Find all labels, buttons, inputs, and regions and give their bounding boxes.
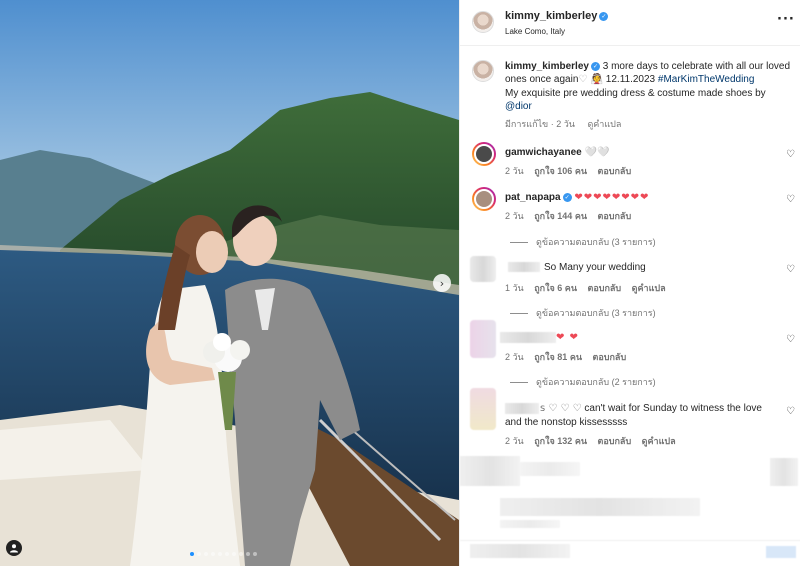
comment-5-text: can't wait for Sunday to witness the lov… [584, 403, 762, 414]
comment-time: 2 วัน [505, 166, 524, 176]
carousel-dot [190, 552, 194, 556]
header-user-line: kimmy_kimberley ✓ [505, 10, 609, 22]
comment-reply-button[interactable]: ตอบกลับ [593, 352, 627, 362]
carousel-dot [197, 552, 201, 556]
caption-hashtag[interactable]: #MarKimTheWedding [658, 74, 755, 85]
comment-likes[interactable]: ถูกใจ 132 คน [534, 436, 587, 446]
comment-5-meta: 2 วัน ถูกใจ 132 คน ตอบกลับ ดูคำแปล [505, 434, 676, 448]
comment-translate[interactable]: ดูคำแปล [642, 436, 676, 446]
comment-5-line: s ♡ ♡ ♡ can't wait for Sunday to witness… [540, 403, 762, 414]
comment-likes[interactable]: ถูกใจ 81 คน [534, 352, 582, 362]
post-location[interactable]: Lake Como, Italy [505, 27, 565, 36]
carousel-dot [218, 552, 222, 556]
carousel-dot [225, 552, 229, 556]
avatar[interactable] [472, 11, 494, 33]
comment-5-hearts: s ♡ ♡ ♡ [540, 403, 582, 414]
caption-date: 12.11.2023 [605, 74, 656, 85]
comment-1-username[interactable]: gamwichayanee [505, 147, 582, 158]
comment-translate[interactable]: ดูคำแปล [632, 283, 666, 293]
comment-1-meta: 2 วัน ถูกใจ 106 คน ตอบกลับ [505, 164, 631, 178]
like-heart-icon[interactable]: ♡ [786, 406, 795, 417]
comment-avatar[interactable] [472, 142, 496, 166]
blurred-post-button [766, 546, 796, 558]
blurred-region [470, 544, 570, 558]
view-replies-button[interactable]: ดูข้อความตอบกลับ (3 รายการ) [510, 306, 656, 320]
caption-line-2: ones once again♡ 👰 12.11.2023 #MarKimThe… [505, 74, 754, 85]
blurred-region [500, 498, 700, 516]
caption-translate[interactable]: ดูคำแปล [587, 119, 621, 129]
comment-reply-button[interactable]: ตอบกลับ [598, 166, 632, 176]
comment-time: 2 วัน [505, 211, 524, 221]
header-username[interactable]: kimmy_kimberley [505, 10, 597, 22]
comment-4-text: ❤ ❤ [556, 332, 579, 343]
like-heart-icon[interactable]: ♡ [786, 194, 795, 205]
divider [460, 540, 800, 541]
post-header: kimmy_kimberley ✓ Lake Como, Italy ··· [460, 0, 800, 46]
caption-line-1: kimmy_kimberley ✓ 3 more days to celebrat… [505, 61, 790, 72]
comment-time: 2 วัน [505, 352, 524, 362]
blurred-avatar [470, 256, 496, 282]
caption-meta: มีการแก้ไข · 2 วัน ดูคำแปล [505, 117, 621, 131]
blurred-region [520, 462, 580, 476]
view-replies-button[interactable]: ดูข้อความตอบกลับ (3 รายการ) [510, 235, 656, 249]
caption-text-3: My exquisite pre wedding dress & costume… [505, 88, 766, 99]
comment-2-meta: 2 วัน ถูกใจ 144 คน ตอบกลับ [505, 209, 631, 223]
like-heart-icon[interactable]: ♡ [786, 334, 795, 345]
verified-badge-icon: ✓ [590, 61, 600, 71]
comment-reply-button[interactable]: ตอบกลับ [598, 436, 632, 446]
comment-3-text: So Many your wedding [544, 262, 646, 273]
view-replies-button[interactable]: ดูข้อความตอบกลับ (2 รายการ) [510, 375, 656, 389]
comment-time: 2 วัน [505, 436, 524, 446]
comment-reply-button[interactable]: ตอบกลับ [588, 283, 622, 293]
comment-1-line: gamwichayanee 🤍🤍 [505, 147, 609, 158]
comment-1-text: 🤍🤍 [584, 147, 610, 158]
comment-2-username[interactable]: pat_napapa [505, 192, 561, 203]
verified-badge-icon: ✓ [562, 192, 572, 202]
carousel-dot [239, 552, 243, 556]
blurred-region [770, 458, 798, 486]
like-heart-icon[interactable]: ♡ [786, 264, 795, 275]
blurred-avatar [470, 320, 496, 358]
comment-likes[interactable]: ถูกใจ 144 คน [534, 211, 587, 221]
comment-reply-button[interactable]: ตอบกลับ [598, 211, 632, 221]
verified-badge-icon: ✓ [599, 11, 609, 21]
carousel-dot [253, 552, 257, 556]
blurred-username [500, 332, 556, 343]
caption-emoji: ♡ 👰 [578, 74, 604, 85]
comment-likes[interactable]: ถูกใจ 6 คน [534, 283, 577, 293]
caption-avatar[interactable] [472, 60, 494, 82]
caption-text-1: 3 more days to celebrate with all our lo… [602, 61, 791, 72]
blurred-username [505, 403, 539, 414]
carousel-dot [232, 552, 236, 556]
caption-text-2: ones once again [505, 74, 579, 85]
caption-username[interactable]: kimmy_kimberley [505, 61, 589, 72]
carousel-dot [246, 552, 250, 556]
carousel-dot [211, 552, 215, 556]
chevron-right-icon[interactable]: › [433, 274, 451, 292]
carousel-dots [190, 552, 257, 556]
comment-time: 1 วัน [505, 283, 524, 293]
comment-likes[interactable]: ถูกใจ 106 คน [534, 166, 587, 176]
comment-3-meta: 1 วัน ถูกใจ 6 คน ตอบกลับ ดูคำแปล [505, 281, 666, 295]
comment-avatar[interactable] [472, 187, 496, 211]
blurred-region [460, 456, 520, 486]
post-side-panel: kimmy_kimberley ✓ Lake Como, Italy ··· ki… [459, 0, 800, 566]
comment-2-text: ❤❤❤❤❤❤❤❤ [574, 192, 650, 203]
blurred-avatar [470, 388, 496, 430]
like-heart-icon[interactable]: ♡ [786, 149, 795, 160]
carousel-dot [204, 552, 208, 556]
blurred-region [500, 520, 560, 528]
comment-5-text-2: and the nonstop kissesssss [505, 417, 628, 428]
comment-2-line: pat_napapa ✓ ❤❤❤❤❤❤❤❤ [505, 192, 649, 203]
caption-mention[interactable]: @dior [505, 101, 532, 112]
photo-scene [0, 0, 459, 566]
blurred-username [508, 262, 540, 272]
caption-edited: มีการแก้ไข · 2 วัน [505, 119, 575, 129]
person-tag-glyph [10, 544, 18, 553]
comment-4-meta: 2 วัน ถูกใจ 81 คน ตอบกลับ [505, 350, 626, 364]
person-tag-icon[interactable] [6, 540, 22, 556]
ellipsis-icon[interactable]: ··· [777, 12, 795, 27]
post-photo[interactable]: › [0, 0, 459, 566]
